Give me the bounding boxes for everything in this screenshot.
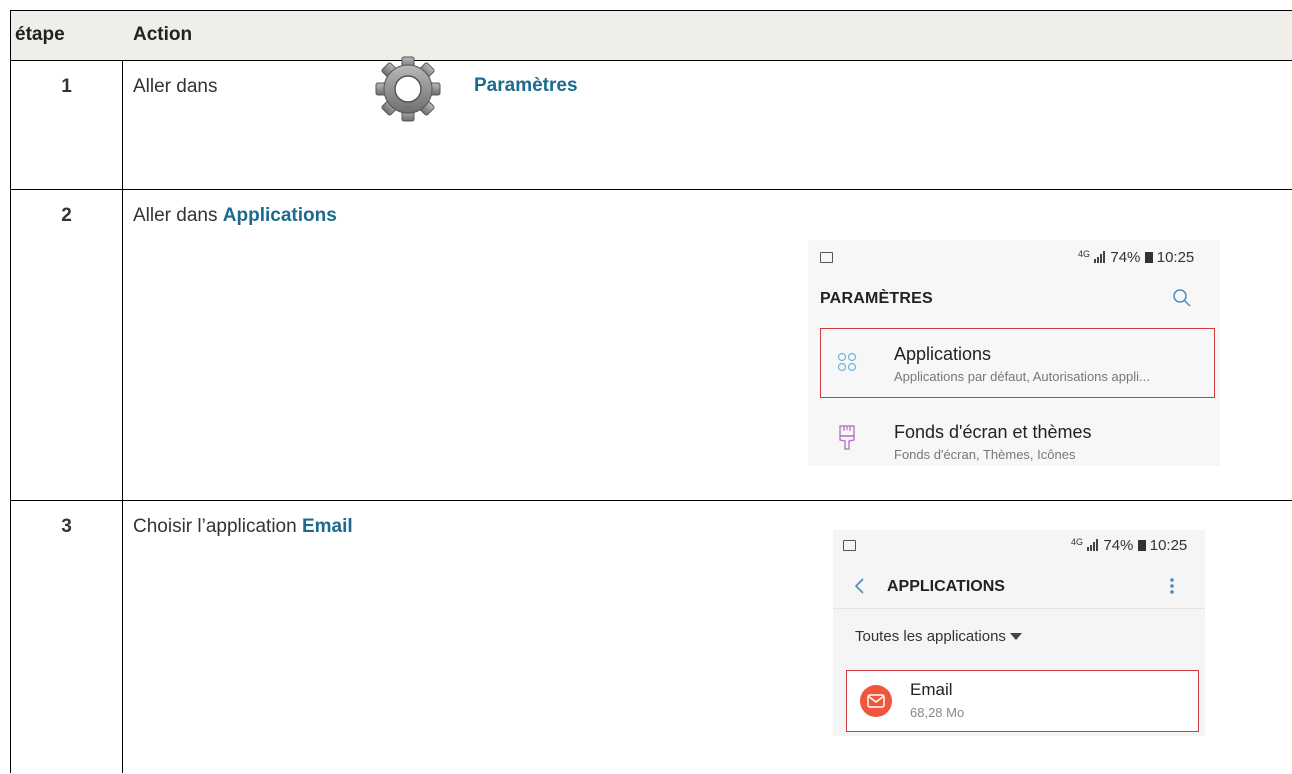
- step-number: 1: [61, 76, 72, 97]
- parametres-label: Paramètres: [474, 75, 578, 96]
- step-text: Choisir l’application Email: [133, 516, 353, 538]
- clock: 10:25: [1149, 537, 1188, 554]
- brush-icon: [839, 425, 855, 450]
- item-subtitle: Applications par défaut, Autorisations a…: [894, 369, 1150, 384]
- app-size: 68,28 Mo: [910, 705, 965, 720]
- email-app-icon: [860, 685, 892, 717]
- envelope-icon: [867, 694, 885, 708]
- battery-icon: [1144, 252, 1153, 263]
- item-subtitle: Fonds d'écran, Thèmes, Icônes: [894, 447, 1076, 462]
- header-action: Action: [133, 24, 193, 45]
- image-notification-icon: [820, 252, 833, 263]
- signal-icon: [1087, 539, 1099, 551]
- step-text-plain: Aller dans: [133, 205, 223, 226]
- status-bar: 4G 74% 10:25: [1071, 537, 1188, 554]
- step-text: Aller dans Applications: [133, 205, 337, 227]
- step-number: 2: [61, 205, 72, 226]
- more-options-icon[interactable]: [1169, 577, 1175, 595]
- step-highlight: Applications: [222, 205, 337, 226]
- filter-dropdown[interactable]: Toutes les applications: [855, 628, 1023, 645]
- divider: [833, 608, 1205, 609]
- applications-screenshot: 4G 74% 10:25 APPLICATIONS Toutes les app…: [833, 530, 1205, 736]
- step-text-plain: Choisir l’application: [133, 516, 302, 537]
- item-title[interactable]: Applications: [894, 344, 991, 365]
- battery-percent: 74%: [1110, 249, 1141, 266]
- filter-label: Toutes les applications: [855, 628, 1006, 645]
- dropdown-arrow-icon: [1010, 633, 1023, 640]
- back-arrow-icon[interactable]: [853, 577, 865, 595]
- item-title[interactable]: Fonds d'écran et thèmes: [894, 422, 1092, 443]
- screen-title: PARAMÈTRES: [820, 290, 933, 307]
- table-header: étape Action: [11, 11, 1292, 61]
- signal-icon: [1094, 251, 1106, 263]
- highlight-box: [820, 328, 1215, 398]
- status-bar: 4G 74% 10:25: [1078, 249, 1195, 266]
- table-row: 1 Aller dans: [11, 61, 1292, 190]
- battery-percent: 74%: [1103, 537, 1134, 554]
- search-icon[interactable]: [1172, 288, 1192, 308]
- clock: 10:25: [1156, 249, 1195, 266]
- grid-icon: [837, 352, 857, 372]
- step-highlight: Email: [301, 516, 353, 537]
- battery-icon: [1137, 540, 1146, 551]
- settings-screenshot: 4G 74% 10:25 PARAMÈTRES Applications App…: [808, 240, 1220, 466]
- step-text: Aller dans: [133, 76, 218, 97]
- header-step: étape: [15, 24, 65, 45]
- highlight-box: [846, 670, 1199, 732]
- settings-gear-icon: [375, 56, 441, 122]
- image-notification-icon: [843, 540, 856, 551]
- screen-title: APPLICATIONS: [887, 578, 1005, 595]
- step-number: 3: [61, 516, 72, 537]
- app-name[interactable]: Email: [910, 680, 953, 700]
